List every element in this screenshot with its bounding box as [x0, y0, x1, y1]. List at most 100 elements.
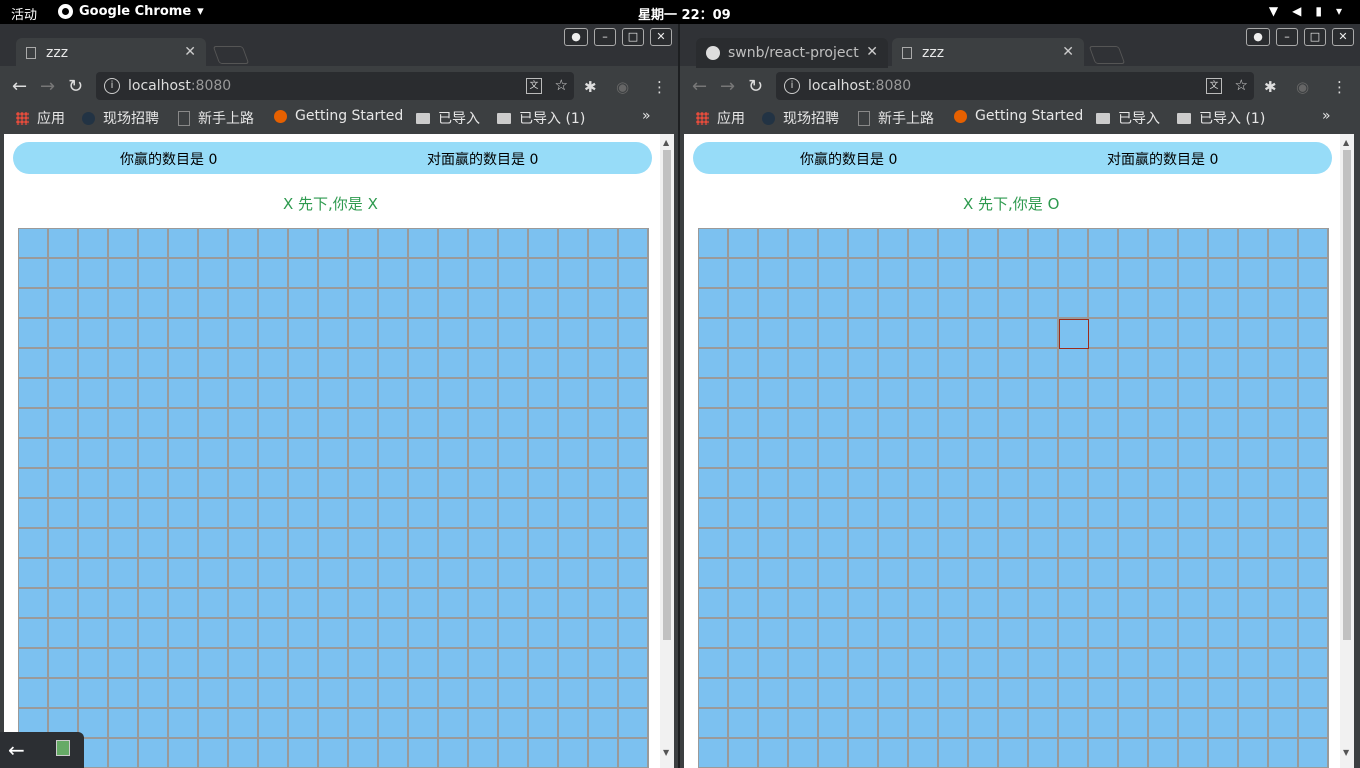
board-cell[interactable] — [139, 289, 169, 319]
board-cell[interactable] — [1149, 499, 1179, 529]
clock[interactable]: 星期一 22：09 — [638, 4, 731, 23]
board-cell[interactable] — [1209, 589, 1239, 619]
board-cell[interactable] — [1299, 499, 1329, 529]
board-cell[interactable] — [879, 499, 909, 529]
board-cell[interactable] — [409, 559, 439, 589]
board-cell[interactable] — [469, 379, 499, 409]
board-cell[interactable] — [169, 709, 199, 739]
board-cell[interactable] — [499, 679, 529, 709]
board-cell[interactable] — [969, 619, 999, 649]
board-cell[interactable] — [939, 589, 969, 619]
board-cell[interactable] — [49, 529, 79, 559]
info-icon[interactable]: i — [784, 78, 800, 94]
board-cell[interactable] — [529, 499, 559, 529]
board-cell[interactable] — [1179, 559, 1209, 589]
board-cell[interactable] — [349, 259, 379, 289]
minimize-button[interactable]: – — [1276, 28, 1298, 46]
forward-button[interactable]: → — [720, 76, 735, 97]
board-cell[interactable] — [19, 499, 49, 529]
board-cell[interactable] — [79, 259, 109, 289]
board-cell[interactable] — [1179, 409, 1209, 439]
minimize-button[interactable]: – — [594, 28, 616, 46]
board-cell[interactable] — [849, 379, 879, 409]
board-cell[interactable] — [469, 739, 499, 768]
board-cell[interactable] — [409, 379, 439, 409]
board-cell[interactable] — [1179, 679, 1209, 709]
board-cell[interactable] — [439, 379, 469, 409]
board-cell[interactable] — [1239, 589, 1269, 619]
board-cell[interactable] — [849, 499, 879, 529]
board-cell[interactable] — [109, 649, 139, 679]
board-cell[interactable] — [439, 529, 469, 559]
board-cell[interactable] — [559, 739, 589, 768]
board-cell[interactable] — [379, 439, 409, 469]
board-cell[interactable] — [1089, 229, 1119, 259]
board-cell[interactable] — [999, 289, 1029, 319]
board-cell[interactable] — [1089, 289, 1119, 319]
board-cell[interactable] — [349, 499, 379, 529]
board-cell[interactable] — [849, 349, 879, 379]
board-cell[interactable] — [109, 499, 139, 529]
board-cell[interactable] — [259, 679, 289, 709]
board-cell[interactable] — [259, 499, 289, 529]
board-cell[interactable] — [849, 559, 879, 589]
board-cell[interactable] — [319, 319, 349, 349]
board-cell[interactable] — [589, 739, 619, 768]
board-cell[interactable] — [699, 289, 729, 319]
board-cell[interactable] — [169, 499, 199, 529]
board-cell[interactable] — [139, 679, 169, 709]
board-cell[interactable] — [439, 739, 469, 768]
board-cell[interactable] — [379, 469, 409, 499]
board-cell[interactable] — [49, 469, 79, 499]
board-cell[interactable] — [939, 559, 969, 589]
board-cell[interactable] — [469, 229, 499, 259]
board-cell[interactable] — [19, 589, 49, 619]
board-cell[interactable] — [79, 679, 109, 709]
board-cell[interactable] — [999, 589, 1029, 619]
board-cell[interactable] — [699, 439, 729, 469]
board-cell[interactable] — [759, 229, 789, 259]
board-cell[interactable] — [1119, 679, 1149, 709]
board-cell[interactable] — [729, 739, 759, 768]
board-cell[interactable] — [439, 229, 469, 259]
board-cell[interactable] — [529, 739, 559, 768]
board-cell[interactable] — [559, 379, 589, 409]
bookmark-getting-started[interactable]: Getting Started — [274, 108, 403, 124]
board-cell[interactable] — [1269, 679, 1299, 709]
board-cell[interactable] — [819, 709, 849, 739]
extension-disabled-icon[interactable]: ◉ — [616, 78, 629, 96]
board-cell[interactable] — [759, 289, 789, 319]
board-cell[interactable] — [439, 619, 469, 649]
board-cell[interactable] — [729, 709, 759, 739]
scroll-up-icon[interactable]: ▲ — [663, 138, 669, 147]
board-cell[interactable] — [619, 649, 649, 679]
board-cell[interactable] — [1089, 469, 1119, 499]
board-cell[interactable] — [289, 499, 319, 529]
board-cell[interactable] — [319, 349, 349, 379]
profile-icon[interactable]: ● — [1246, 28, 1270, 46]
board-cell[interactable] — [19, 289, 49, 319]
board-cell[interactable] — [849, 589, 879, 619]
scroll-down-icon[interactable]: ▼ — [663, 748, 669, 757]
board-cell[interactable] — [909, 259, 939, 289]
board-cell[interactable] — [729, 259, 759, 289]
board-cell[interactable] — [139, 379, 169, 409]
board-cell[interactable] — [139, 649, 169, 679]
board-cell[interactable] — [1059, 559, 1089, 589]
board-cell[interactable] — [79, 289, 109, 319]
board-cell[interactable] — [619, 349, 649, 379]
board-cell[interactable] — [909, 289, 939, 319]
board-cell[interactable] — [109, 619, 139, 649]
board-cell[interactable] — [559, 349, 589, 379]
board-cell[interactable] — [1089, 679, 1119, 709]
activities-button[interactable]: 活动 — [11, 4, 37, 23]
board-cell[interactable] — [879, 229, 909, 259]
board-cell[interactable] — [259, 529, 289, 559]
board-cell[interactable] — [759, 319, 789, 349]
board-cell[interactable] — [499, 709, 529, 739]
board-cell[interactable] — [199, 409, 229, 439]
board-cell[interactable] — [379, 529, 409, 559]
board-cell[interactable] — [559, 229, 589, 259]
board-cell[interactable] — [999, 379, 1029, 409]
board-cell[interactable] — [19, 559, 49, 589]
